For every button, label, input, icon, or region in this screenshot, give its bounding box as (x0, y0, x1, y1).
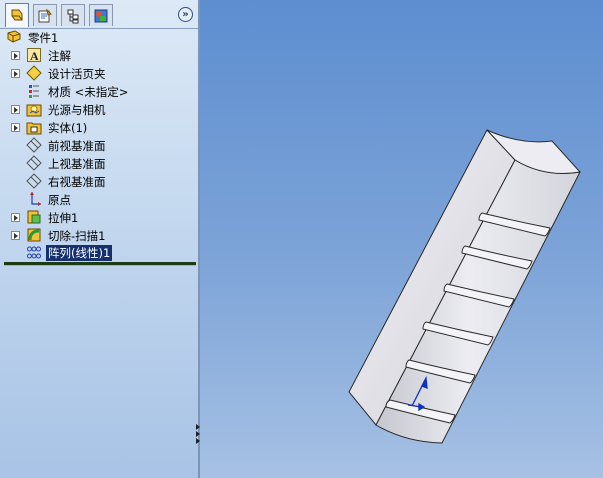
tree-item-label: 材质 <未指定> (48, 85, 129, 99)
tree-item-label: 前视基准面 (48, 139, 106, 153)
svg-text:A: A (30, 49, 39, 63)
tree-item-label: 设计活页夹 (48, 67, 106, 81)
extrude-icon (27, 210, 41, 224)
tree-item-cut-sweep1[interactable]: 切除-扫描1 (0, 226, 198, 244)
expand-toggle[interactable] (11, 69, 20, 78)
plane-icon (26, 155, 42, 171)
expand-toggle[interactable] (11, 105, 20, 114)
tree-item-label: 原点 (48, 193, 71, 207)
plane-icon (26, 137, 42, 153)
expand-toggle[interactable] (11, 51, 20, 60)
design-binder-icon (26, 65, 42, 81)
tree-root-label: 零件1 (28, 31, 59, 45)
expand-toggle[interactable] (11, 213, 20, 222)
cut-sweep-icon (27, 228, 41, 242)
tree-item-label: 拉伸1 (48, 211, 79, 225)
property-icon (38, 7, 52, 22)
panel-tab-bar: » (0, 0, 198, 29)
display-icon (94, 9, 108, 22)
tree-item-label: 上视基准面 (48, 157, 106, 171)
annotations-icon: A (27, 48, 41, 63)
graphics-area[interactable] (200, 0, 603, 478)
feature-tree-icon (11, 9, 23, 20)
part-icon (7, 30, 21, 43)
rollback-bar[interactable] (4, 262, 196, 266)
tab-feature-manager[interactable] (5, 3, 29, 27)
tab-configuration-manager[interactable] (61, 4, 85, 26)
expand-toggle[interactable] (11, 231, 20, 240)
tree-item-label: 光源与相机 (48, 103, 106, 117)
tree-item-linear-pattern1[interactable]: 阵列(线性)1 (0, 244, 198, 262)
tree-item-material[interactable]: 材质 <未指定> (0, 82, 198, 100)
configuration-icon (67, 9, 79, 23)
origin-icon (30, 192, 41, 206)
tree-item-extrude1[interactable]: 拉伸1 (0, 208, 198, 226)
tree-item-top-plane[interactable]: 上视基准面 (0, 154, 198, 172)
tree-item-annotations[interactable]: A 注解 (0, 46, 198, 64)
solid-bodies-icon (26, 122, 42, 135)
tree-item-label: 实体(1) (48, 121, 88, 135)
tree-item-solid-bodies[interactable]: 实体(1) (0, 118, 198, 136)
model-view[interactable] (200, 0, 603, 478)
tree-item-label: 切除-扫描1 (48, 229, 106, 243)
expand-toggle[interactable] (11, 123, 20, 132)
tab-property-manager[interactable] (33, 4, 57, 26)
tree-item-right-plane[interactable]: 右视基准面 (0, 172, 198, 190)
linear-pattern-icon (27, 246, 41, 259)
tree-item-front-plane[interactable]: 前视基准面 (0, 136, 198, 154)
tree-item-label: 注解 (48, 49, 71, 63)
tree-item-lights-cameras[interactable]: 光源与相机 (0, 100, 198, 118)
feature-manager-panel: » 零件1 A 注解 设计活页夹 材质 <未指定> 光源与相机 实体(1) 前视… (0, 0, 199, 478)
material-icon (29, 85, 39, 98)
tree-item-label: 右视基准面 (48, 175, 106, 189)
lights-cameras-icon (26, 104, 42, 117)
tree-item-origin[interactable]: 原点 (0, 190, 198, 208)
expand-panel-button[interactable]: » (178, 7, 193, 22)
tree-item-label: 阵列(线性)1 (46, 245, 113, 261)
tab-display-manager[interactable] (89, 4, 113, 26)
tree-root-part[interactable]: 零件1 (0, 28, 198, 46)
tree-item-design-binder[interactable]: 设计活页夹 (0, 64, 198, 82)
plane-icon (26, 173, 42, 189)
